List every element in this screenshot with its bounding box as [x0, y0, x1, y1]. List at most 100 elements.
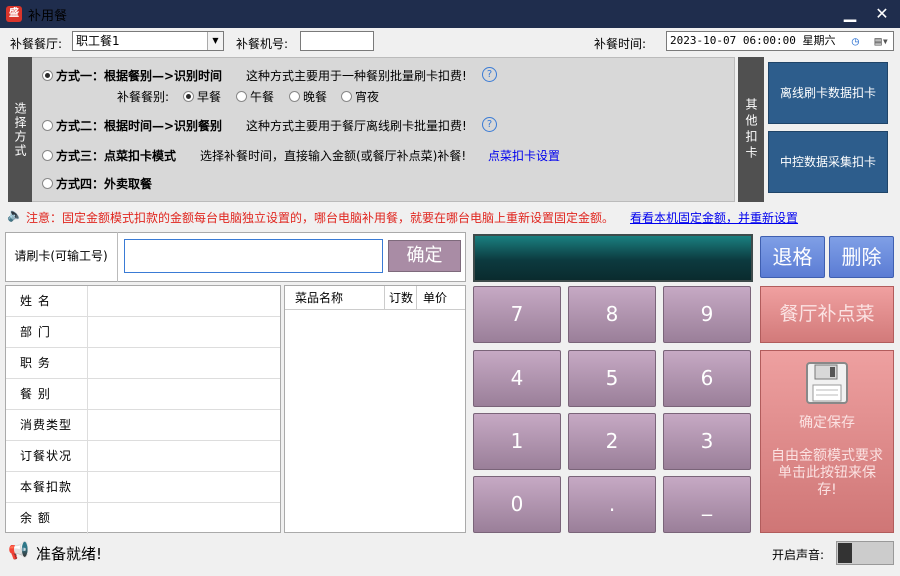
meal-label: 早餐 — [197, 90, 222, 104]
key-8[interactable]: 8 — [568, 286, 656, 343]
fixed-amount-link[interactable]: 看看本机固定金额，并重新设置 — [630, 209, 798, 226]
meal-radio-night[interactable]: 宵夜 — [341, 88, 379, 105]
machine-input[interactable] — [300, 31, 374, 51]
radio-icon[interactable] — [341, 91, 352, 102]
key-1[interactable]: 1 — [473, 413, 561, 470]
meal-radio-dinner[interactable]: 晚餐 — [289, 88, 327, 105]
employee-info-table: 姓 名 部 门 职 务 餐 别 消费类型 订餐状况 本餐扣款 余 额 — [5, 285, 281, 534]
machine-label: 补餐机号: — [236, 37, 289, 51]
info-key: 职 务 — [6, 348, 88, 379]
mode4-option[interactable]: 方式四：外卖取餐 — [42, 175, 152, 192]
info-value — [88, 317, 280, 348]
column-header-count[interactable]: 订数 — [385, 286, 417, 310]
radio-icon[interactable] — [183, 91, 194, 102]
notice-text: 注意：固定金额模式扣款的金额每台电脑独立设置的，哪台电脑补用餐，就要在哪台电脑上… — [26, 211, 615, 225]
key-3[interactable]: 3 — [663, 413, 751, 470]
mode2-desc: 这种方式主要用于餐厅离线刷卡批量扣费! — [246, 119, 467, 133]
column-header-dish[interactable]: 菜品名称 — [285, 286, 385, 310]
key-4[interactable]: 4 — [473, 350, 561, 407]
meal-radio-breakfast[interactable]: 早餐 — [183, 88, 221, 105]
save-label: 确定保存 — [799, 415, 855, 431]
radio-icon[interactable] — [289, 91, 300, 102]
mode2-title: 方式二：根据时间—>识别餐别 — [56, 119, 223, 133]
calendar-icon[interactable]: ▤▾ — [875, 32, 889, 50]
time-picker[interactable]: 2023-10-07 06:00:00 星期六 ◷ ▤▾ — [666, 31, 894, 51]
info-value — [88, 410, 280, 441]
info-value — [88, 503, 280, 534]
card-input[interactable] — [124, 239, 383, 273]
dropdown-arrow-icon[interactable]: ▼ — [207, 32, 223, 50]
window-title: 补用餐 — [28, 9, 68, 24]
save-hint: 自由金额模式要求单击此按钮来保存! — [771, 448, 883, 498]
info-row: 消费类型 — [6, 410, 280, 441]
canteen-label: 补餐餐厅: — [10, 37, 63, 51]
dish-table[interactable]: 菜品名称 订数 单价 — [284, 285, 466, 533]
radio-icon[interactable] — [236, 91, 247, 102]
mode4-radio[interactable] — [42, 178, 53, 189]
floppy-disk-icon — [806, 362, 848, 404]
key-0[interactable]: 0 — [473, 476, 561, 533]
mode3-radio[interactable] — [42, 150, 53, 161]
close-button[interactable]: ✕ — [870, 2, 894, 26]
delete-button[interactable]: 删除 — [829, 236, 894, 278]
offline-card-deduct-button[interactable]: 离线刷卡数据扣卡 — [768, 62, 888, 124]
mode2-radio[interactable] — [42, 120, 53, 131]
info-row: 部 门 — [6, 317, 280, 348]
save-button[interactable]: 确定保存 自由金额模式要求单击此按钮来保存! — [760, 350, 894, 533]
central-data-deduct-button[interactable]: 中控数据采集扣卡 — [768, 131, 888, 193]
key-6[interactable]: 6 — [663, 350, 751, 407]
mode1-desc: 这种方式主要用于一种餐别批量刷卡扣费! — [246, 69, 467, 83]
meal-type-label: 补餐餐别: — [117, 90, 170, 104]
card-label: 请刷卡(可输工号) — [5, 232, 118, 282]
backspace-button[interactable]: 退格 — [760, 236, 825, 278]
mode4-title: 方式四：外卖取餐 — [56, 177, 153, 191]
meal-label: 晚餐 — [303, 90, 328, 104]
key-dot[interactable]: . — [568, 476, 656, 533]
info-key: 姓 名 — [6, 286, 88, 317]
other-panel-label: 其他扣卡 — [738, 57, 764, 202]
speaker-icon: 🔈 — [7, 208, 24, 223]
mode3-option[interactable]: 方式三：点菜扣卡模式 — [42, 147, 176, 164]
info-row: 余 额 — [6, 503, 280, 534]
info-row: 订餐状况 — [6, 441, 280, 472]
mode3-desc: 选择补餐时间，直接输入金额(或餐厅补点菜)补餐! — [200, 149, 467, 163]
confirm-button[interactable]: 确定 — [388, 240, 461, 272]
minimize-button[interactable]: ▁ — [838, 2, 862, 26]
order-card-settings-link[interactable]: 点菜扣卡设置 — [488, 147, 560, 164]
toggle-knob[interactable] — [838, 543, 852, 563]
info-value — [88, 472, 280, 503]
info-key: 消费类型 — [6, 410, 88, 441]
status-text: 准备就绪! — [36, 545, 103, 563]
canteen-value: 职工餐1 — [76, 34, 120, 48]
time-value: 2023-10-07 06:00:00 星期六 — [670, 34, 836, 47]
app-logo-icon: 盛 — [6, 6, 22, 22]
clock-icon[interactable]: ◷ — [852, 32, 859, 50]
mode1-help-icon[interactable]: ? — [482, 67, 497, 82]
key-9[interactable]: 9 — [663, 286, 751, 343]
key-7[interactable]: 7 — [473, 286, 561, 343]
key-2[interactable]: 2 — [568, 413, 656, 470]
meal-label: 午餐 — [250, 90, 275, 104]
info-key: 本餐扣款 — [6, 472, 88, 503]
mode1-title: 方式一：根据餐别—>识别时间 — [56, 69, 223, 83]
info-key: 部 门 — [6, 317, 88, 348]
info-value — [88, 379, 280, 410]
info-value — [88, 348, 280, 379]
info-key: 余 额 — [6, 503, 88, 534]
meal-radio-lunch[interactable]: 午餐 — [236, 88, 274, 105]
key-5[interactable]: 5 — [568, 350, 656, 407]
canteen-select[interactable]: 职工餐1 ▼ — [72, 31, 224, 51]
mode-panel-label: 选择方式 — [8, 57, 32, 202]
info-row: 餐 别 — [6, 379, 280, 410]
mode1-radio[interactable] — [42, 70, 53, 81]
megaphone-icon: 📢 — [8, 541, 30, 561]
title-bar — [0, 0, 900, 28]
mode1-option[interactable]: 方式一：根据餐别—>识别时间 — [42, 67, 222, 84]
info-row: 姓 名 — [6, 286, 280, 317]
mode2-option[interactable]: 方式二：根据时间—>识别餐别 — [42, 117, 222, 134]
canteen-order-button[interactable]: 餐厅补点菜 — [760, 286, 894, 343]
mode2-help-icon[interactable]: ? — [482, 117, 497, 132]
column-header-price[interactable]: 单价 — [417, 286, 465, 310]
mode3-title: 方式三：点菜扣卡模式 — [56, 149, 177, 163]
key-underscore[interactable]: _ — [663, 476, 751, 533]
